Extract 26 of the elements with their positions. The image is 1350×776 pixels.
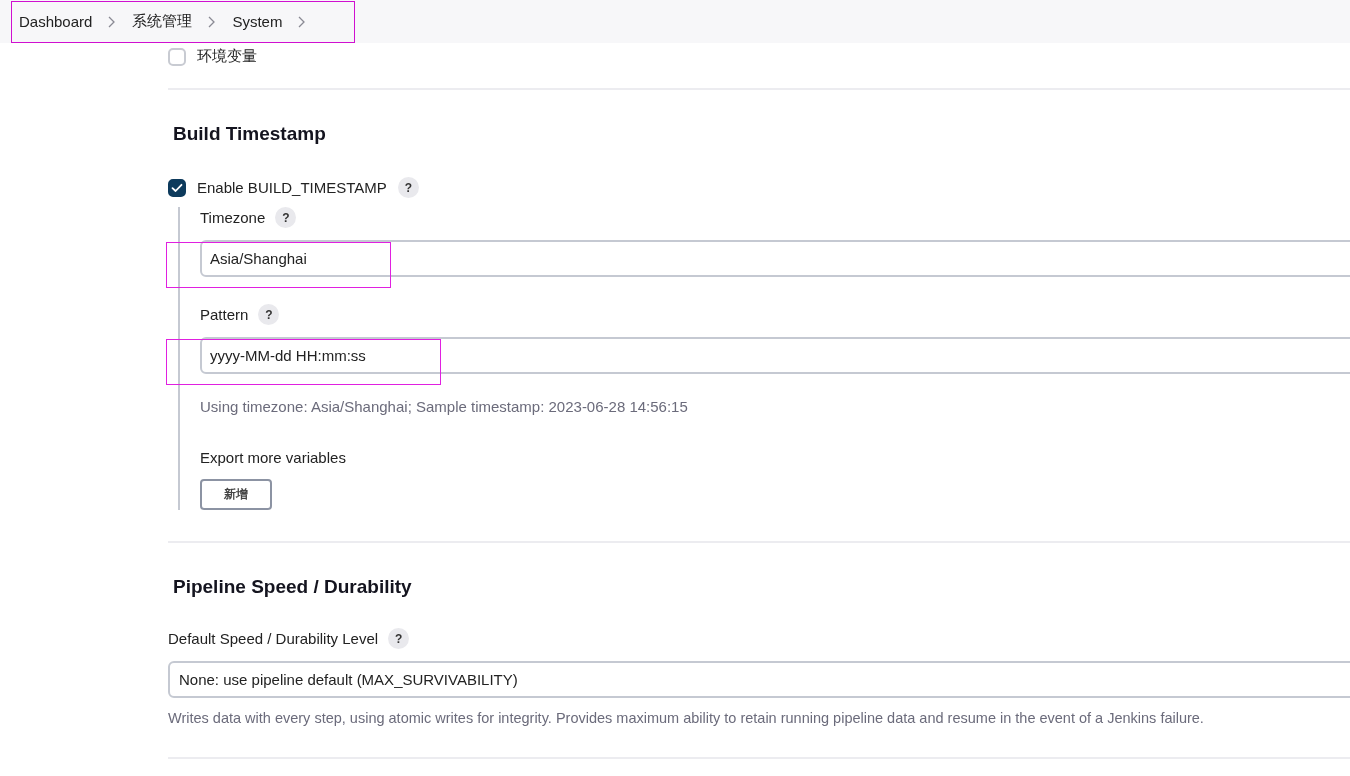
field-label: Default Speed / Durability Level [168,630,379,647]
dropdown-field[interactable]: None: use pipeline default (MAX_SURVIVABILITY) [168,661,1350,698]
breadcrumb-link[interactable]: System [232,13,283,30]
help-button[interactable]: ? [388,628,410,649]
field-label: Timezone [200,209,266,226]
checkbox-label: Enable BUILD_TIMESTAMP [197,179,387,196]
help-button[interactable]: ? [275,207,297,228]
help-button[interactable]: ? [397,177,419,198]
description-text: Writes data with every step, using atomic writes for integrity. Provides maximum ability to retain running pipeline data and resume in the event of a Jenkins failure. [168,710,1205,726]
add-button[interactable]: 新增 [200,479,272,510]
text-field[interactable]: Asia/Shanghai [200,240,1350,277]
breadcrumb-link[interactable]: 系统管理 [132,12,193,31]
chevron-right-icon [208,15,216,28]
chevron-right-icon [298,15,306,28]
section-heading: Pipeline Speed / Durability [173,576,413,599]
hint-text: Using timezone: Asia/Shanghai; Sample timestamp: 2023-06-28 14:56:15 [200,398,689,415]
help-button[interactable]: ? [258,304,280,325]
check-icon [171,182,183,193]
text-field[interactable]: yyyy-MM-dd HH:mm:ss [200,337,1350,374]
chevron-right-icon [108,15,116,28]
field-label: Pattern [200,306,249,323]
field-label: Export more variables [200,449,347,466]
checkbox-label: 环境变量 [197,47,257,66]
checkbox[interactable] [168,178,186,197]
breadcrumb-link[interactable]: Dashboard [19,13,93,30]
section-heading: Build Timestamp [173,123,327,146]
